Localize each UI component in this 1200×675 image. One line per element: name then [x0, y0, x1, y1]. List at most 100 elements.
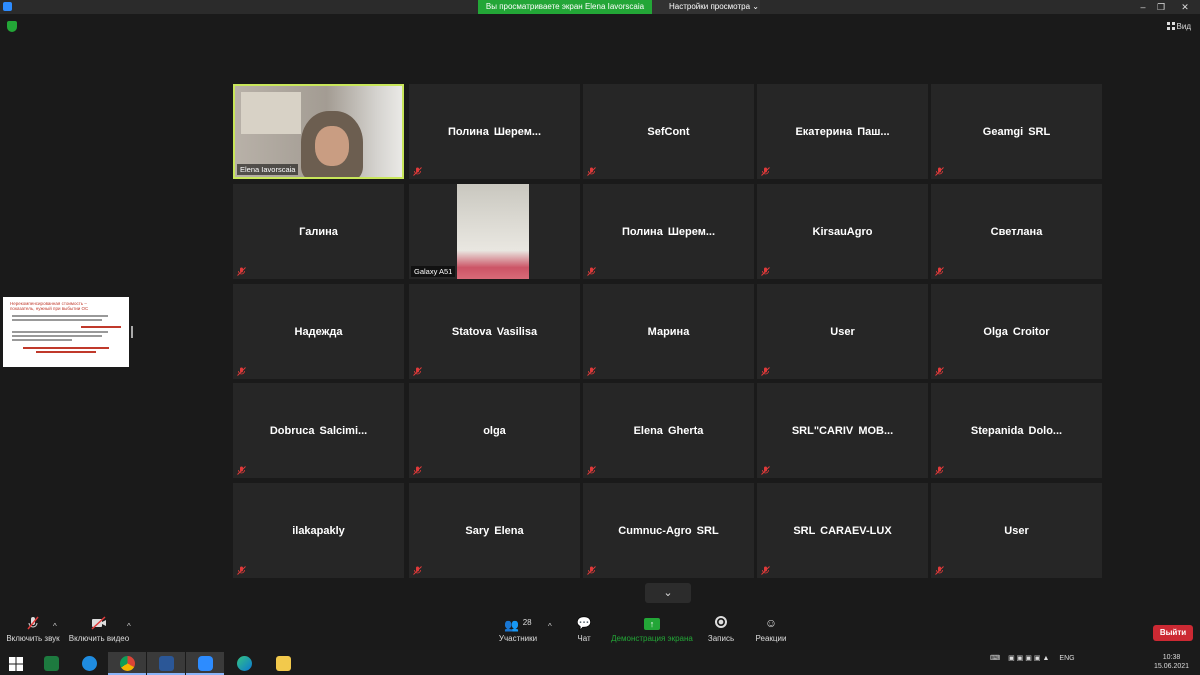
muted-mic-icon: [237, 566, 246, 575]
participant-tile[interactable]: Stepanida Dolo...: [931, 383, 1102, 478]
participant-tile[interactable]: Sary Elena: [409, 483, 580, 578]
clock[interactable]: 10:38 15.06.2021: [1154, 653, 1189, 671]
windows-logo-icon: [9, 657, 23, 671]
participant-tile[interactable]: Светлана: [931, 184, 1102, 279]
muted-mic-icon: [237, 367, 246, 376]
muted-mic-icon: [761, 167, 770, 176]
thumbnail-text-line: [36, 351, 96, 353]
muted-mic-icon: [761, 466, 770, 475]
participant-tile[interactable]: Statova Vasilisa: [409, 284, 580, 379]
tray-icons[interactable]: ▣▣▣▣▲: [1008, 655, 1051, 662]
taskbar-explorer[interactable]: [264, 652, 302, 675]
reactions-button[interactable]: ☺ Реакции: [754, 608, 788, 643]
participant-tile[interactable]: SefCont: [583, 84, 754, 179]
taskbar-chrome[interactable]: [108, 652, 146, 675]
taskbar-word[interactable]: [147, 652, 185, 675]
participant-name: olga: [483, 424, 506, 437]
minimize-icon[interactable]: –: [1134, 0, 1152, 14]
shared-screen-thumbnail[interactable]: Нерекомпенсированная стоимость – показат…: [3, 297, 129, 367]
participant-tile[interactable]: Галина: [233, 184, 404, 279]
collapse-gallery-button[interactable]: ⌄: [645, 583, 691, 603]
participant-name: Полина Шерем...: [447, 125, 542, 138]
participant-tile[interactable]: ilakapakly: [233, 483, 404, 578]
participants-label: Участники: [498, 634, 538, 643]
leave-meeting-button[interactable]: Выйти: [1153, 625, 1193, 641]
close-icon[interactable]: ✕: [1176, 0, 1194, 14]
restore-icon[interactable]: ❐: [1152, 0, 1170, 14]
video-feed: [457, 184, 529, 279]
participant-tile[interactable]: Dobruca Salcimi...: [233, 383, 404, 478]
muted-mic-icon: [935, 566, 944, 575]
thumbnail-text-line: [23, 347, 109, 349]
participants-count: 28: [522, 618, 532, 627]
participant-name: Elena Gherta: [633, 424, 704, 437]
taskbar-zoom[interactable]: [186, 652, 224, 675]
video-options-caret-icon[interactable]: ^: [127, 622, 131, 631]
participants-button[interactable]: 👥 28 Участники: [496, 608, 540, 643]
participant-tile[interactable]: Cumnuc-Agro SRL: [583, 483, 754, 578]
participant-name: User: [1004, 524, 1029, 537]
chevron-down-icon: ⌄: [752, 2, 759, 11]
participant-tile[interactable]: Надежда: [233, 284, 404, 379]
participant-name: Geamgi SRL: [982, 125, 1051, 138]
participants-caret-icon[interactable]: ^: [548, 622, 552, 631]
participant-tile[interactable]: Olga Croitor: [931, 284, 1102, 379]
share-screen-label: Демонстрация экрана: [611, 634, 693, 643]
participant-name: Stepanida Dolo...: [970, 424, 1063, 437]
system-tray: ⌨ ▣▣▣▣▲ ENG: [990, 654, 1075, 662]
participant-name: Светлана: [990, 225, 1043, 238]
excel-icon: [44, 656, 59, 671]
participant-tile[interactable]: User: [931, 483, 1102, 578]
participant-tile[interactable]: User: [757, 284, 928, 379]
participant-tile[interactable]: SRL CARAEV-LUX: [757, 483, 928, 578]
start-video-button[interactable]: Включить видео: [64, 608, 134, 643]
participant-name: Statova Vasilisa: [451, 325, 538, 338]
participant-name: Полина Шерем...: [621, 225, 716, 238]
security-shield-icon[interactable]: [7, 21, 17, 32]
word-icon: [159, 656, 174, 671]
muted-mic-icon: [935, 367, 944, 376]
thumbnail-text-line: [12, 331, 108, 333]
participant-tile[interactable]: Марина: [583, 284, 754, 379]
gallery-view-button[interactable]: Вид: [1166, 22, 1191, 31]
meeting-toolbar: Включить звук ^ Включить видео ^ 👥 28 Уч…: [0, 608, 1200, 650]
chat-button[interactable]: 💬 Чат: [570, 608, 598, 643]
participant-tile[interactable]: Полина Шерем...: [409, 84, 580, 179]
muted-mic-icon: [935, 466, 944, 475]
participant-name: Sary Elena: [465, 524, 524, 537]
muted-mic-icon: [761, 267, 770, 276]
muted-mic-icon: [413, 367, 422, 376]
thumbnail-heading: Нерекомпенсированная стоимость – показат…: [10, 301, 89, 311]
participant-tile[interactable]: Elena Gherta: [583, 383, 754, 478]
taskbar-excel[interactable]: [32, 652, 70, 675]
active-speaker-tile[interactable]: Elena Iavorscaia: [233, 84, 404, 179]
participant-name: User: [830, 325, 855, 338]
taskbar-ie[interactable]: [70, 652, 108, 675]
muted-mic-icon: [413, 466, 422, 475]
participant-tile[interactable]: KirsauAgro: [757, 184, 928, 279]
keyboard-icon[interactable]: ⌨: [990, 655, 1000, 662]
taskbar-edge[interactable]: [225, 652, 263, 675]
share-screen-icon: ↑: [610, 616, 694, 630]
record-button[interactable]: Запись: [704, 608, 738, 643]
participant-tile[interactable]: olga: [409, 383, 580, 478]
muted-mic-icon: [587, 367, 596, 376]
wall-calendar: [241, 92, 301, 134]
participant-name: Марина: [647, 325, 690, 338]
share-screen-button[interactable]: ↑ Демонстрация экрана: [610, 608, 694, 643]
gallery-view-label: Вид: [1176, 22, 1191, 31]
chevron-down-icon: ⌄: [663, 587, 673, 599]
thumbnail-text-line: [81, 326, 121, 328]
muted-mic-icon: [761, 566, 770, 575]
participant-tile[interactable]: Galaxy A51: [409, 184, 580, 279]
language-indicator[interactable]: ENG: [1059, 655, 1074, 662]
participant-tile[interactable]: SRL"CARIV MOB...: [757, 383, 928, 478]
participant-tile[interactable]: Полина Шерем...: [583, 184, 754, 279]
thumbnail-resize-handle[interactable]: [131, 326, 133, 338]
participant-tile[interactable]: Geamgi SRL: [931, 84, 1102, 179]
view-options-button[interactable]: Настройки просмотра ⌄: [652, 0, 760, 14]
participant-tile[interactable]: Екатерина Паш...: [757, 84, 928, 179]
audio-options-caret-icon[interactable]: ^: [53, 622, 57, 631]
muted-mic-icon: [761, 367, 770, 376]
participant-name: Olga Croitor: [983, 325, 1050, 338]
